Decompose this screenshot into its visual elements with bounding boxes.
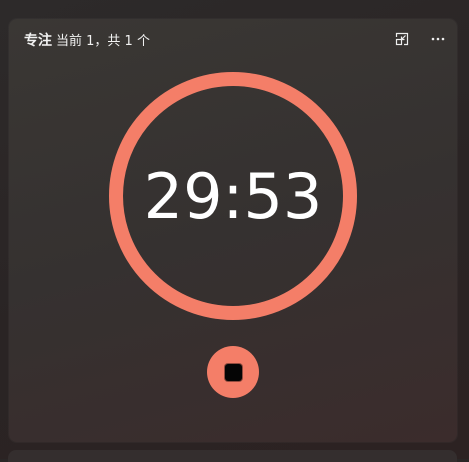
card-title: 专注 当前 1，共 1 个 (24, 30, 150, 50)
card-title-counter: 当前 1，共 1 个 (56, 34, 150, 49)
timer-display: 29:53 (143, 160, 323, 233)
compact-overlay-icon (395, 32, 409, 46)
stop-icon (224, 363, 242, 381)
more-options-button[interactable] (427, 28, 449, 50)
compact-overlay-button[interactable] (391, 28, 413, 50)
more-options-icon (431, 37, 445, 41)
focus-timer-card: 专注 当前 1，共 1 个 29:53 (9, 19, 457, 442)
card-title-main: 专注 (24, 33, 52, 49)
next-card-edge (8, 450, 457, 462)
card-header: 专注 当前 1，共 1 个 (9, 19, 457, 59)
stop-button[interactable] (207, 346, 259, 398)
